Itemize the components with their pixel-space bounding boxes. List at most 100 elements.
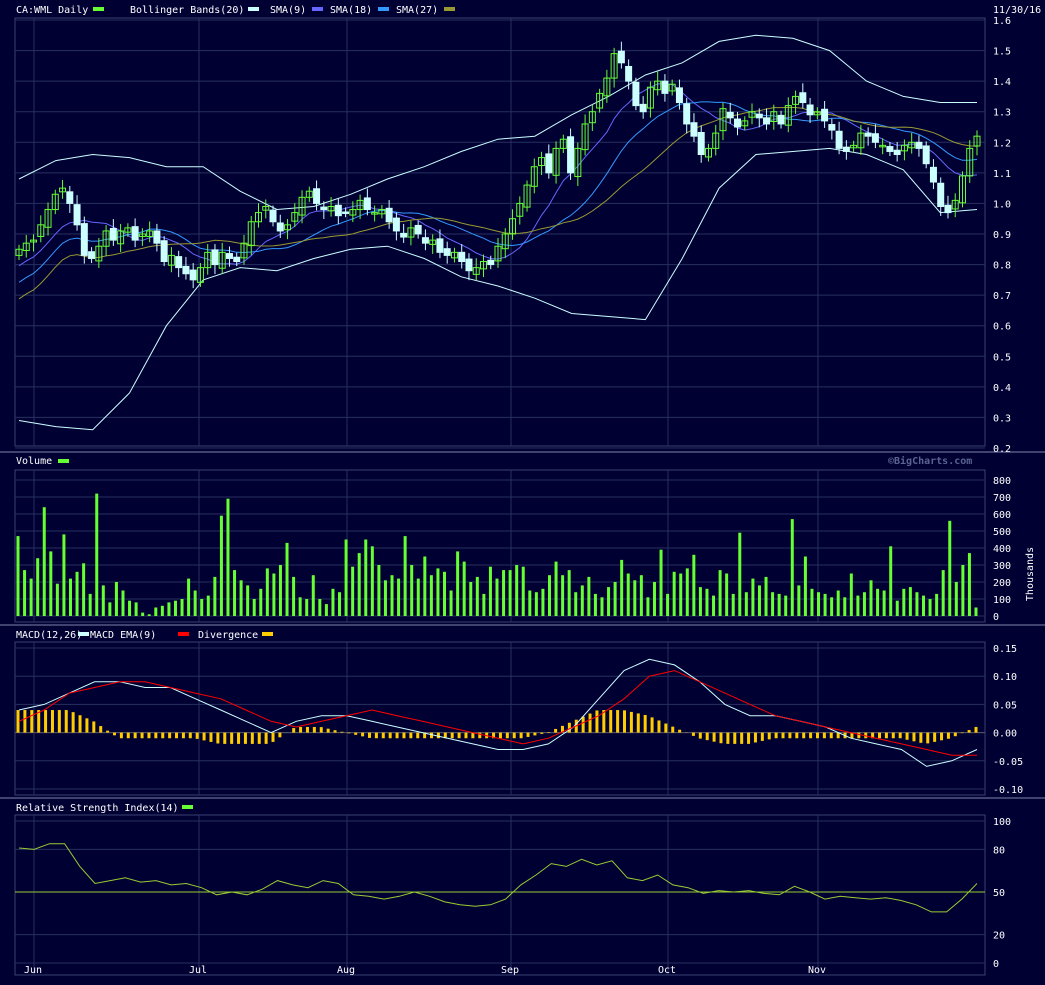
macd-divergence-bar (961, 733, 964, 734)
volume-bar (830, 597, 833, 616)
watermark: ©BigCharts.com (888, 455, 972, 467)
volume-bar (423, 557, 426, 617)
macd-divergence-bar (30, 710, 33, 733)
legend-sma18-swatch (378, 7, 389, 11)
gridlines (15, 18, 985, 975)
macd-div-swatch (262, 632, 273, 636)
volume-bar (220, 516, 223, 616)
macd-divergence-bar (630, 712, 633, 733)
volume-bar (791, 519, 794, 616)
macd-divergence-bar (113, 733, 116, 736)
volume-bar (778, 594, 781, 616)
volume-bar (69, 579, 72, 616)
candle-down (364, 198, 370, 210)
macd-ema-label: MACD EMA(9) (90, 630, 156, 641)
legend-bollinger: Bollinger Bands(20) (130, 5, 244, 16)
macd-tick-label: 0.10 (993, 672, 1017, 683)
volume-bar (443, 572, 446, 616)
candle-down (676, 88, 682, 103)
candle-down (321, 207, 327, 209)
volume-bar (692, 555, 695, 616)
candle-down (393, 218, 399, 231)
macd-divergence-bar (878, 733, 881, 739)
legend-sma18: SMA(18) (330, 5, 372, 16)
macd-divergence-bar (782, 733, 785, 739)
volume-unit: Thousands (1025, 547, 1036, 601)
macd-divergence-bar (885, 733, 888, 739)
volume-bar (167, 602, 170, 616)
macd-divergence-bar (196, 733, 199, 739)
price-tick-label: 0.2 (993, 444, 1011, 455)
candle-down (183, 266, 189, 273)
macd-divergence-bar (919, 733, 922, 743)
macd-divergence-bar (940, 733, 943, 741)
macd-divergence-bar (306, 727, 309, 733)
macd-divergence-bar (657, 720, 660, 732)
candle-down (154, 231, 160, 243)
macd-divergence-bar (230, 733, 233, 744)
macd-divergence-bar (23, 710, 26, 733)
macd-tick-label: 0.15 (993, 644, 1017, 655)
candle-down (437, 239, 443, 252)
volume-tick-label: 200 (993, 578, 1011, 589)
volume-bar (837, 591, 840, 617)
macd-divergence-bar (506, 733, 509, 739)
volume-bar (272, 574, 275, 617)
volume-bar (253, 599, 256, 616)
macd-divergence-bar (830, 733, 833, 739)
volume-bar (207, 596, 210, 616)
volume-bar (850, 574, 853, 617)
candle-down (698, 133, 704, 155)
macd-divergence-bar (458, 733, 461, 739)
candle-down (444, 249, 450, 256)
macd-divergence-bar (761, 733, 764, 741)
volume-bar (345, 540, 348, 617)
volume-bar (876, 589, 879, 616)
volume-bar (633, 580, 636, 616)
macd-divergence-bar (513, 733, 516, 739)
volume-bar (686, 568, 689, 616)
volume-title: Volume (16, 456, 52, 467)
macd-divergence-bar (499, 733, 502, 739)
volume-bar (810, 589, 813, 616)
volume-bar (568, 570, 571, 616)
macd-divergence-bar (44, 710, 47, 733)
volume-bar (856, 596, 859, 616)
macd-divergence-bar (313, 727, 316, 733)
bollinger-bands (19, 35, 977, 429)
macd-divergence-bar (168, 733, 171, 739)
volume-bar (896, 601, 899, 616)
macd-divergence-bar (616, 710, 619, 733)
candle-down (161, 241, 167, 262)
candle-down (764, 118, 770, 124)
macd-divergence-bar (589, 714, 592, 733)
macd-divergence-bar (623, 710, 626, 732)
macd-divergence-bar (464, 733, 467, 739)
volume-tick-label: 100 (993, 595, 1011, 606)
macd-divergence-bar (651, 717, 654, 732)
price-tick-label: 1.3 (993, 108, 1011, 119)
macd-divergence-bar (258, 733, 261, 744)
macd-divergence-bar (926, 733, 929, 744)
macd-divergence-bar (389, 733, 392, 739)
macd-divergence-bar (768, 733, 771, 740)
macd-divergence-bar (334, 730, 337, 732)
volume-bar (240, 580, 243, 616)
macd-divergence-bar (775, 733, 778, 739)
tick-labels: JunJulAugSepOctNov0.20.30.40.50.60.70.80… (24, 16, 1023, 976)
volume-tick-label: 400 (993, 544, 1011, 555)
volume-bar (187, 579, 190, 616)
volume-bar (679, 574, 682, 617)
macd-divergence-bar (106, 731, 109, 733)
macd-divergence-bar (644, 715, 647, 733)
candle-down (132, 227, 138, 240)
volume-bar (555, 562, 558, 616)
macd-divergence-bar (906, 733, 909, 740)
candle-down (190, 270, 196, 280)
rsi-title: Relative Strength Index(14) (16, 803, 179, 814)
volume-bar (541, 589, 544, 616)
macd-divergence-bar (816, 733, 819, 739)
volume-bar (600, 597, 603, 616)
volume-bar (784, 596, 787, 616)
macd-divergence-bar (719, 733, 722, 744)
